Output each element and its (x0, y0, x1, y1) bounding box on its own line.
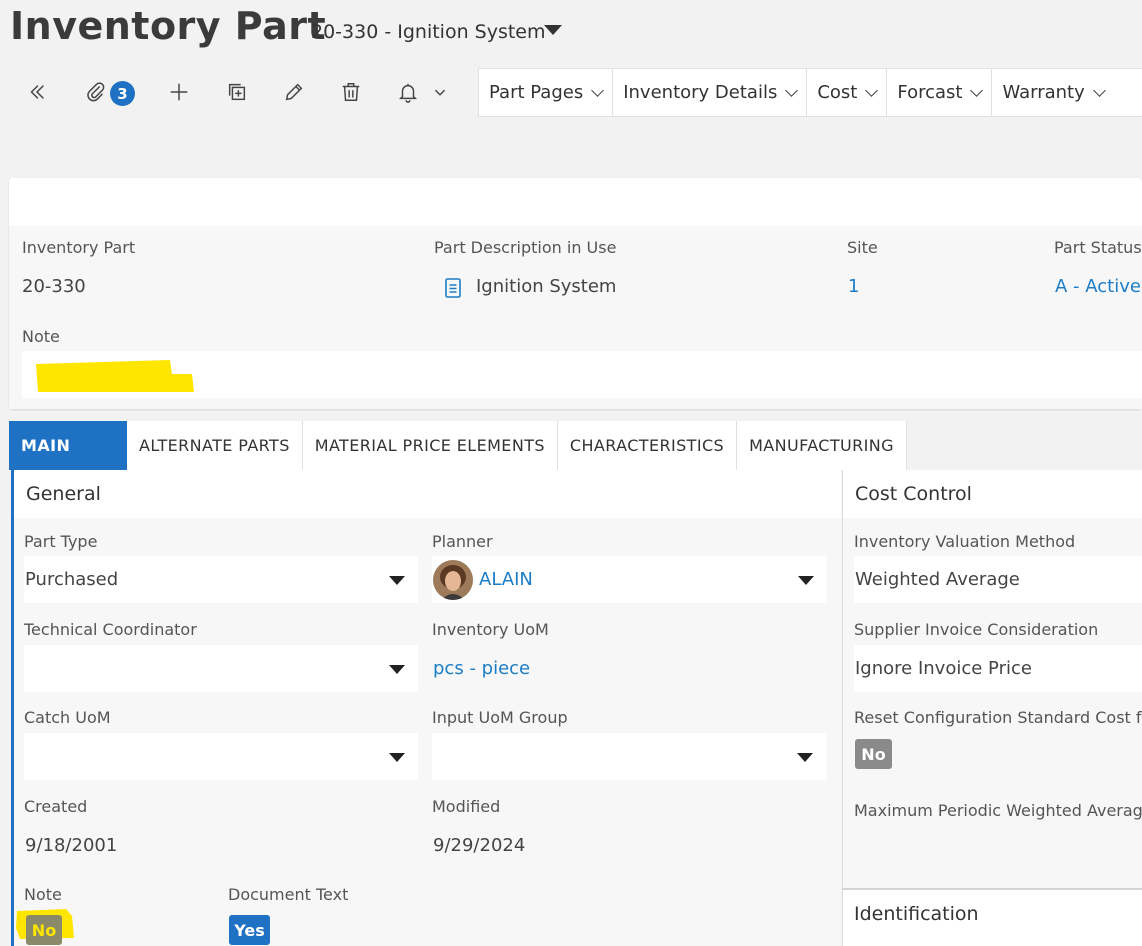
menu-label: Part Pages (489, 82, 584, 103)
supplier-invoice-field[interactable]: Ignore Invoice Price (854, 645, 1142, 692)
tab-bar: MAIN ALTERNATE PARTS MATERIAL PRICE ELEM… (9, 421, 907, 470)
chevron-down-icon (591, 83, 605, 97)
menu-part-pages[interactable]: Part Pages (479, 69, 614, 116)
highlighter-mark (36, 360, 194, 392)
general-note-label: Note (24, 885, 62, 904)
chevron-down-icon (970, 83, 984, 97)
inventory-uom-label: Inventory UoM (432, 620, 549, 639)
reset-config-toggle[interactable]: No (855, 739, 892, 769)
chevron-down-icon (797, 753, 813, 762)
navigate-back-icon[interactable] (23, 78, 51, 106)
cost-control-title: Cost Control (843, 470, 1142, 518)
menu-label: Inventory Details (623, 82, 778, 103)
menu-label: Forcast (897, 82, 963, 103)
tab-alternate-parts[interactable]: ALTERNATE PARTS (127, 421, 303, 470)
valuation-method-label: Inventory Valuation Method (854, 532, 1076, 551)
chevron-down-icon (1092, 83, 1106, 97)
identification-title: Identification (854, 903, 979, 925)
tab-main[interactable]: MAIN (9, 421, 127, 470)
page-title: Inventory Part (10, 4, 327, 48)
planner-label: Planner (432, 532, 493, 551)
technical-coordinator-label: Technical Coordinator (24, 620, 197, 639)
created-label: Created (24, 797, 88, 816)
max-periodic-label: Maximum Periodic Weighted Average (854, 801, 1142, 820)
planner-avatar (433, 559, 473, 600)
menu-inventory-details[interactable]: Inventory Details (613, 69, 808, 116)
part-type-label: Part Type (24, 532, 98, 551)
record-context[interactable]: 20-330 - Ignition System (311, 21, 546, 43)
valuation-method-value: Weighted Average (855, 569, 1020, 590)
record-selector-caret-icon[interactable] (544, 25, 562, 35)
tab-manufacturing[interactable]: MANUFACTURING (737, 421, 907, 470)
menu-forcast[interactable]: Forcast (887, 69, 993, 116)
page-menu-bar: Part Pages Inventory Details Cost Forcas… (478, 68, 1142, 117)
created-value: 9/18/2001 (25, 835, 118, 856)
catch-uom-select[interactable] (24, 733, 418, 780)
input-uom-group-select[interactable] (432, 733, 827, 780)
bell-icon[interactable] (394, 78, 422, 106)
document-text-toggle[interactable]: Yes (229, 915, 270, 945)
part-type-value: Purchased (25, 569, 119, 590)
duplicate-icon[interactable] (223, 78, 251, 106)
chevron-down-icon (389, 665, 405, 674)
general-panel: General (11, 470, 841, 946)
trash-icon[interactable] (337, 78, 365, 106)
menu-warranty[interactable]: Warranty (992, 69, 1113, 116)
inventory-part-label: Inventory Part (22, 238, 136, 257)
supplier-invoice-value: Ignore Invoice Price (855, 658, 1032, 679)
valuation-method-field[interactable]: Weighted Average (854, 556, 1142, 603)
planner-value[interactable]: ALAIN (479, 569, 533, 590)
input-uom-group-label: Input UoM Group (432, 708, 568, 727)
modified-value: 9/29/2024 (433, 835, 526, 856)
menu-label: Cost (817, 82, 858, 103)
reset-config-label: Reset Configuration Standard Cost fro (854, 708, 1142, 727)
chevron-down-icon (389, 753, 405, 762)
part-type-select[interactable]: Purchased (24, 556, 418, 603)
tab-characteristics[interactable]: CHARACTERISTICS (557, 421, 738, 470)
supplier-invoice-label: Supplier Invoice Consideration (854, 620, 1099, 639)
inventory-uom-link[interactable]: pcs - piece (433, 658, 530, 679)
part-status-label: Part Status (1054, 238, 1142, 257)
technical-coordinator-select[interactable] (24, 645, 418, 692)
planner-select[interactable]: ALAIN (432, 556, 827, 603)
menu-cost[interactable]: Cost (807, 69, 888, 116)
part-description-value: Ignition System (476, 276, 617, 297)
site-link[interactable]: 1 (848, 276, 859, 297)
part-description-label: Part Description in Use (434, 238, 617, 257)
chevron-down-icon (798, 576, 814, 585)
chevron-down-icon (865, 83, 879, 97)
part-status-link[interactable]: A - Active (1055, 276, 1141, 297)
plus-icon[interactable] (165, 78, 193, 106)
modified-label: Modified (432, 797, 501, 816)
note-label: Note (22, 327, 60, 346)
tab-material-price-elements[interactable]: MATERIAL PRICE ELEMENTS (302, 421, 558, 470)
catch-uom-label: Catch UoM (24, 708, 111, 727)
chevron-down-icon (389, 576, 405, 585)
document-text-label: Document Text (228, 885, 349, 904)
paperclip-icon[interactable] (82, 78, 110, 106)
document-icon[interactable] (443, 277, 463, 299)
chevron-down-icon (785, 83, 799, 97)
inventory-part-value: 20-330 (22, 276, 86, 297)
pencil-icon[interactable] (280, 78, 308, 106)
site-label: Site (847, 238, 878, 257)
note-toggle[interactable]: No (26, 915, 62, 945)
chevron-down-icon[interactable] (426, 78, 454, 106)
general-title: General (14, 470, 841, 518)
attachment-count-badge[interactable]: 3 (110, 81, 135, 106)
menu-label: Warranty (1002, 82, 1085, 103)
